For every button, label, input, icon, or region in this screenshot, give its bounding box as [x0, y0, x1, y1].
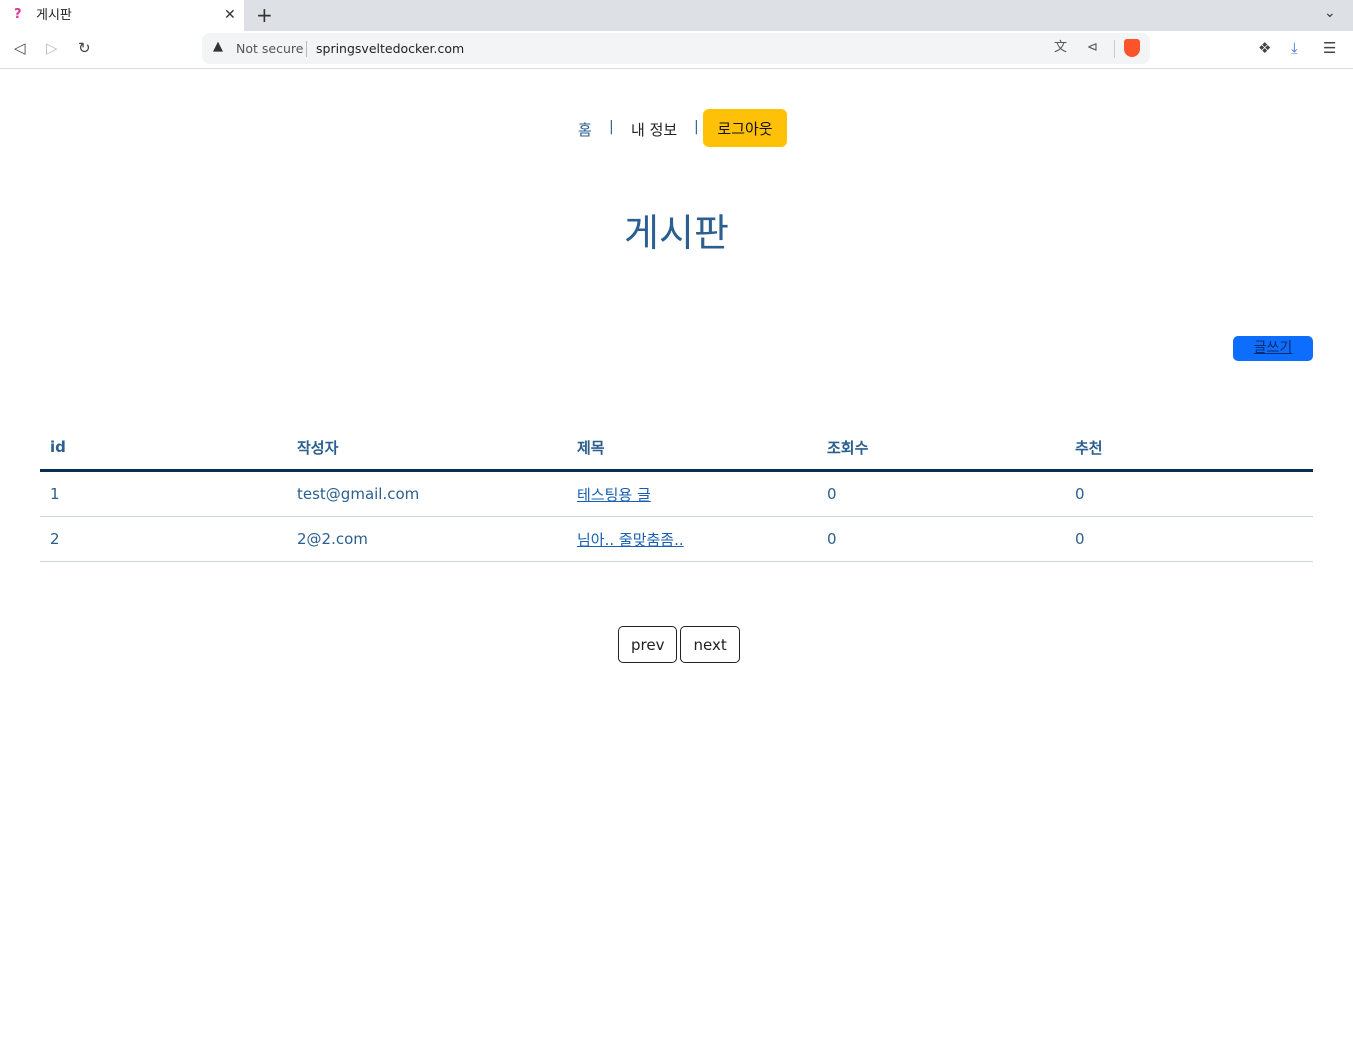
column-header-title: 제목	[567, 425, 817, 472]
board-table: id 작성자 제목 조회수 추천 1 test@gmail.com 테스팅용 글…	[40, 425, 1313, 562]
reload-icon[interactable]: ↻	[78, 39, 91, 57]
tab-title: 게시판	[36, 8, 72, 23]
cell-likes: 0	[1065, 516, 1313, 562]
write-post-button[interactable]: 글쓰기	[1233, 336, 1313, 361]
url-text[interactable]: springsveltedocker.com	[316, 41, 464, 56]
cell-author: 2@2.com	[287, 516, 567, 562]
cell-title: 테스팅용 글	[567, 470, 817, 517]
tab-bar: ? 게시판 ✕ + ⌄	[0, 0, 1353, 31]
column-header-id: id	[40, 425, 287, 472]
chevron-down-icon[interactable]: ⌄	[1324, 5, 1336, 21]
warning-icon[interactable]: ▲	[213, 39, 223, 54]
brave-shields-icon[interactable]	[1124, 39, 1140, 57]
url-divider	[306, 41, 307, 57]
column-header-likes: 추천	[1065, 425, 1313, 472]
nav-myinfo-link[interactable]: 내 정보	[631, 119, 677, 140]
extensions-icon[interactable]: ❖	[1258, 39, 1271, 57]
logout-button[interactable]: 로그아웃	[703, 109, 787, 147]
column-header-views: 조회수	[817, 425, 1065, 472]
share-icon[interactable]: ⊲	[1087, 40, 1098, 56]
browser-tab[interactable]: ? 게시판 ✕	[0, 0, 244, 31]
download-icon[interactable]: ⤓	[1291, 39, 1298, 57]
menu-icon[interactable]: ☰	[1323, 39, 1336, 57]
pagination: prev next	[618, 626, 743, 663]
back-icon[interactable]: ◁	[14, 39, 26, 57]
column-header-author: 작성자	[287, 425, 567, 472]
nav-home-link[interactable]: 홈	[578, 119, 592, 140]
post-title-link[interactable]: 테스팅용 글	[577, 486, 651, 504]
url-divider	[1114, 40, 1115, 58]
new-tab-button[interactable]: +	[256, 3, 273, 27]
cell-views: 0	[817, 470, 1065, 517]
prev-button[interactable]: prev	[618, 626, 678, 663]
close-tab-icon[interactable]: ✕	[224, 6, 236, 24]
cell-author: test@gmail.com	[287, 470, 567, 517]
cell-likes: 0	[1065, 470, 1313, 517]
favicon-icon: ?	[14, 7, 22, 22]
cell-id: 1	[40, 470, 287, 517]
browser-toolbar: ◁ ▷ ↻ ▲ Not secure springsveltedocker.co…	[0, 31, 1353, 69]
top-navigation: 홈 | 내 정보 | 로그아웃	[0, 109, 1353, 147]
address-bar[interactable]: ▲ Not secure springsveltedocker.com 文 ⊲	[202, 33, 1150, 64]
not-secure-label[interactable]: Not secure	[236, 41, 303, 56]
cell-title: 님아.. 줄맞춤좀..	[567, 516, 817, 562]
cell-id: 2	[40, 516, 287, 562]
table-row: 2 2@2.com 님아.. 줄맞춤좀.. 0 0	[40, 516, 1313, 562]
nav-separator: |	[694, 119, 699, 135]
cell-views: 0	[817, 516, 1065, 562]
nav-separator: |	[609, 119, 614, 135]
table-row: 1 test@gmail.com 테스팅용 글 0 0	[40, 470, 1313, 517]
forward-icon[interactable]: ▷	[46, 39, 58, 57]
post-title-link[interactable]: 님아.. 줄맞춤좀..	[577, 531, 684, 549]
next-button[interactable]: next	[680, 626, 740, 663]
table-header-row: id 작성자 제목 조회수 추천	[40, 425, 1313, 472]
page-title: 게시판	[624, 211, 729, 255]
translate-icon[interactable]: 文	[1054, 40, 1067, 56]
